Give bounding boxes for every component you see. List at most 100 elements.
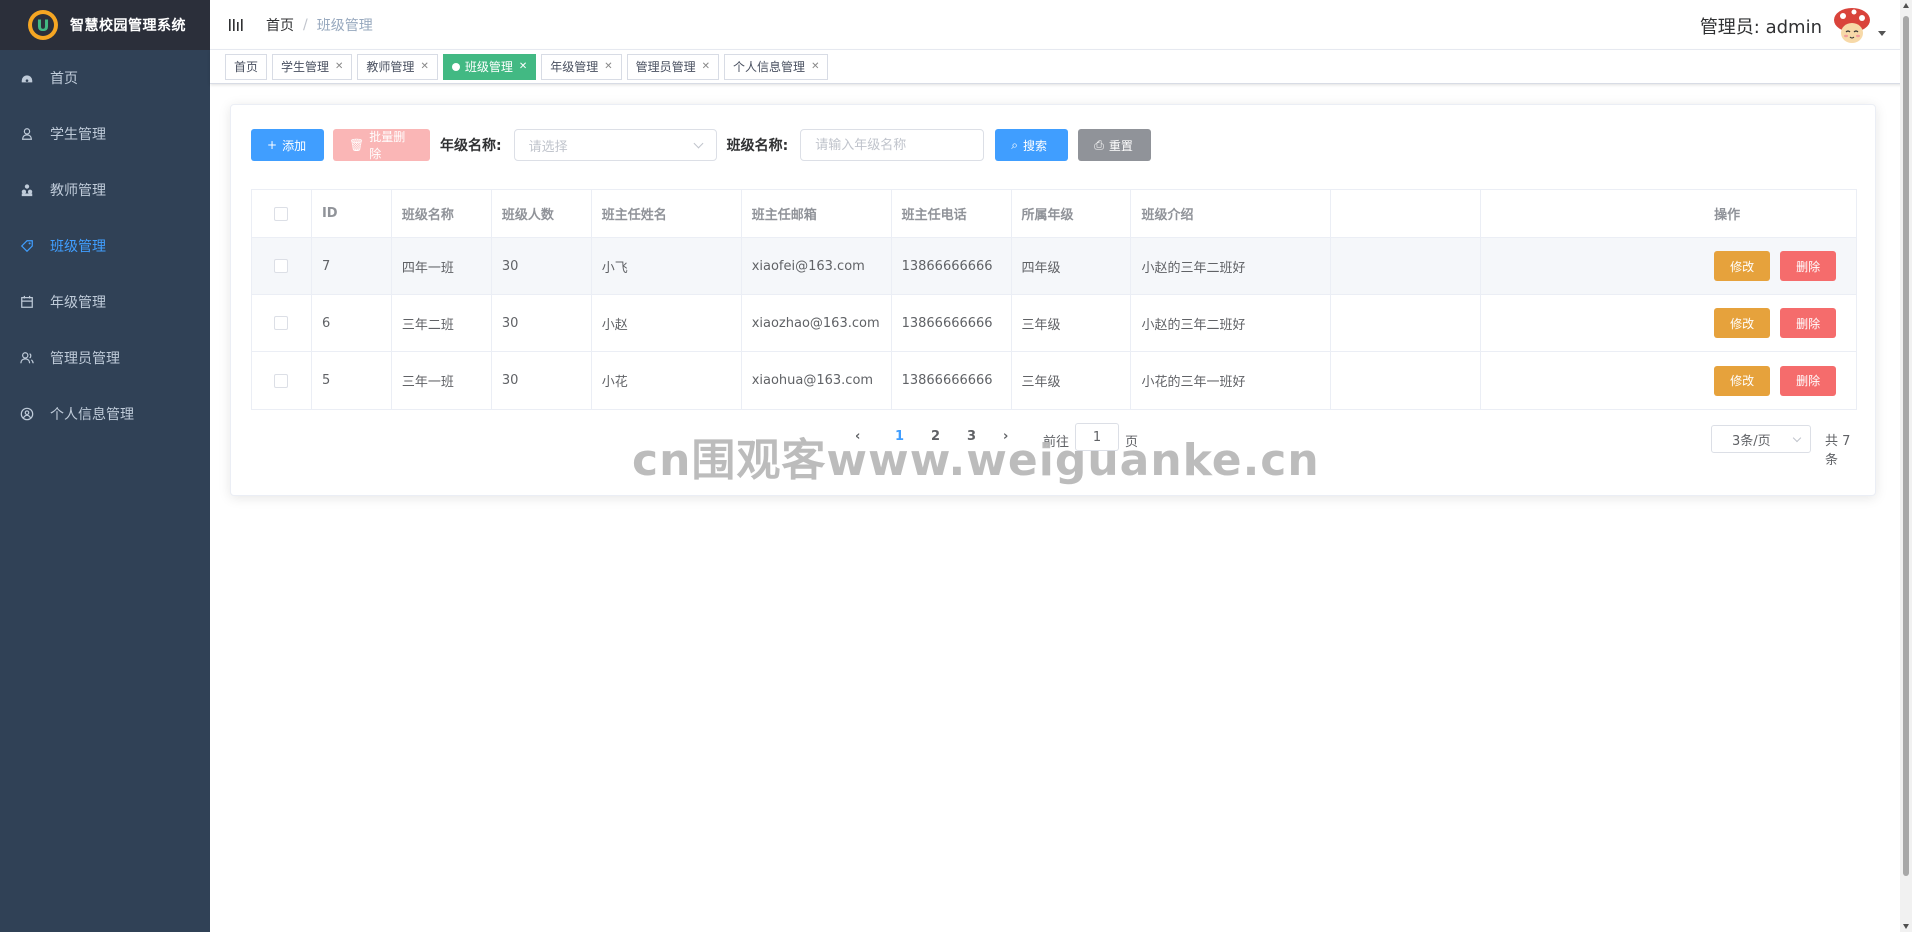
cell-empty (1331, 238, 1482, 294)
reset-button-label: 重置 (1108, 138, 1133, 153)
plus-icon: + (267, 138, 278, 152)
table-row[interactable]: 6 三年二班 30 小赵 xiaozhao@163.com 1386666666… (252, 295, 1856, 352)
tag-label: 首页 (234, 60, 259, 74)
row-checkbox-cell (252, 295, 312, 351)
add-button[interactable]: + 添加 (251, 129, 324, 161)
search-icon: ⌕ (1011, 137, 1018, 152)
header-teacher-email[interactable]: 班主任邮箱 (742, 190, 892, 237)
chevron-down-icon (693, 138, 704, 148)
header-class-name[interactable]: 班级名称 (392, 190, 492, 237)
tag-profile[interactable]: 个人信息管理 ✕ (724, 53, 829, 80)
close-icon[interactable]: ✕ (811, 61, 819, 72)
close-icon[interactable]: ✕ (702, 61, 710, 72)
page-scrollbar[interactable] (1900, 0, 1912, 932)
cell-class-count: 30 (492, 295, 592, 351)
class-name-input[interactable] (800, 129, 985, 161)
cell-class-name: 三年二班 (392, 295, 492, 351)
user-dropdown[interactable]: 管理员: admin (1700, 6, 1886, 46)
sidebar-item-teachers[interactable]: 教师管理 (0, 162, 210, 218)
cell-class-count: 30 (492, 238, 592, 294)
cell-teacher-email: xiaofei@163.com (742, 238, 892, 294)
row-checkbox[interactable] (274, 259, 289, 273)
cell-operations: 修改 删除 (1706, 238, 1856, 294)
table-header: ID 班级名称 班级人数 班主任姓名 班主任邮箱 班主任电话 所属年级 班级介绍… (252, 190, 1856, 238)
total-count: 共 7 条 (1825, 434, 1851, 468)
tag-label: 教师管理 (366, 60, 415, 74)
sidebar-item-profile[interactable]: 个人信息管理 (0, 386, 210, 442)
scroll-up-icon[interactable] (1903, 3, 1909, 8)
row-checkbox[interactable] (274, 316, 289, 330)
cell-teacher-phone: 13866666666 (892, 352, 1012, 409)
tag-label: 管理员管理 (635, 60, 696, 74)
tags-view: 首页 学生管理 ✕ 教师管理 ✕ 班级管理 ✕ 年级管理 ✕ 管理员管理 ✕ 个人信息管理… (210, 50, 1912, 84)
close-icon[interactable]: ✕ (519, 61, 527, 72)
close-icon[interactable]: ✕ (335, 61, 343, 72)
tag-label: 学生管理 (281, 60, 330, 74)
delete-button[interactable]: 删除 (1780, 251, 1837, 281)
tag-students[interactable]: 学生管理 ✕ (272, 53, 353, 80)
grade-select[interactable]: 请选择 (513, 129, 717, 161)
breadcrumb-home[interactable]: 首页 (266, 15, 294, 35)
close-icon[interactable]: ✕ (420, 61, 428, 72)
select-all-checkbox[interactable] (274, 206, 289, 221)
sidebar-item-admins[interactable]: 管理员管理 (0, 330, 210, 386)
search-button[interactable]: ⌕ 搜索 (995, 129, 1069, 161)
tag-grades[interactable]: 年级管理 ✕ (541, 53, 622, 80)
edit-button[interactable]: 修改 (1714, 251, 1771, 281)
cell-spacer (1481, 352, 1706, 409)
user-label: 管理员: admin (1699, 17, 1822, 38)
scrollbar-thumb[interactable] (1903, 16, 1909, 876)
header-class-count[interactable]: 班级人数 (492, 190, 592, 237)
cell-empty (1331, 295, 1482, 351)
header-grade[interactable]: 所属年级 (1012, 190, 1132, 237)
sidebar-item-grades[interactable]: 年级管理 (0, 274, 210, 330)
close-icon[interactable]: ✕ (604, 61, 612, 72)
cell-spacer (1481, 238, 1706, 294)
avatar[interactable] (1832, 6, 1872, 46)
sidebar-item-classes[interactable]: 班级管理 (0, 218, 210, 274)
edit-button[interactable]: 修改 (1714, 308, 1771, 338)
cell-teacher-email: xiaohua@163.com (742, 352, 892, 409)
hamburger-icon[interactable] (228, 17, 244, 33)
edit-button[interactable]: 修改 (1714, 365, 1771, 396)
admin-icon (20, 351, 34, 365)
tag-classes[interactable]: 班级管理 ✕ (442, 53, 537, 80)
cell-id: 5 (312, 352, 392, 409)
cell-teacher-phone: 13866666666 (892, 238, 1012, 294)
sidebar-item-students[interactable]: 学生管理 (0, 106, 210, 162)
reset-button[interactable]: ⎙ 重置 (1078, 129, 1152, 161)
sidebar-item-label: 个人信息管理 (50, 407, 134, 423)
scroll-down-icon[interactable] (1903, 924, 1909, 929)
header-teacher-phone[interactable]: 班主任电话 (892, 190, 1012, 237)
cell-class-name: 四年一班 (392, 238, 492, 294)
logo-area[interactable]: U 智慧校园管理系统 (0, 0, 210, 50)
cell-teacher-email: xiaozhao@163.com (742, 295, 892, 351)
tag-teachers[interactable]: 教师管理 ✕ (357, 53, 438, 80)
tag-admins[interactable]: 管理员管理 ✕ (626, 53, 720, 80)
select-all-cell (252, 190, 312, 237)
header-empty (1331, 190, 1482, 237)
tag-home[interactable]: 首页 (225, 53, 268, 80)
class-filter-label: 班级名称: (726, 138, 789, 154)
grade-filter-label: 年级名称: (440, 138, 502, 154)
table-row[interactable]: 5 三年一班 30 小花 xiaohua@163.com 13866666666… (252, 352, 1856, 409)
toolbar: + 添加 🗑 批量删除 年级名称: 请选择 班级名称: ⌕ 搜索 ⎙ 重置 (251, 129, 1152, 161)
page-size-select[interactable]: 3条/页 (1711, 425, 1811, 453)
header-operations: 操作 (1714, 208, 1741, 223)
header-teacher-name[interactable]: 班主任姓名 (592, 190, 742, 237)
header-id[interactable]: ID (312, 190, 392, 237)
delete-button[interactable]: 删除 (1780, 308, 1837, 338)
profile-icon (20, 407, 34, 421)
table-row[interactable]: 7 四年一班 30 小飞 xiaofei@163.com 13866666666… (252, 238, 1856, 295)
chevron-down-icon (1792, 433, 1802, 442)
reset-icon: ⎙ (1094, 137, 1104, 152)
row-checkbox[interactable] (274, 373, 289, 388)
sidebar-item-label: 班级管理 (50, 239, 106, 255)
dashboard-icon (20, 71, 34, 85)
batch-delete-button[interactable]: 🗑 批量删除 (333, 129, 430, 161)
sidebar-item-home[interactable]: 首页 (0, 50, 210, 106)
row-checkbox-cell (252, 238, 312, 294)
header-description[interactable]: 班级介绍 (1131, 190, 1332, 237)
delete-button[interactable]: 删除 (1780, 365, 1837, 396)
cell-class-name: 三年一班 (392, 352, 492, 409)
